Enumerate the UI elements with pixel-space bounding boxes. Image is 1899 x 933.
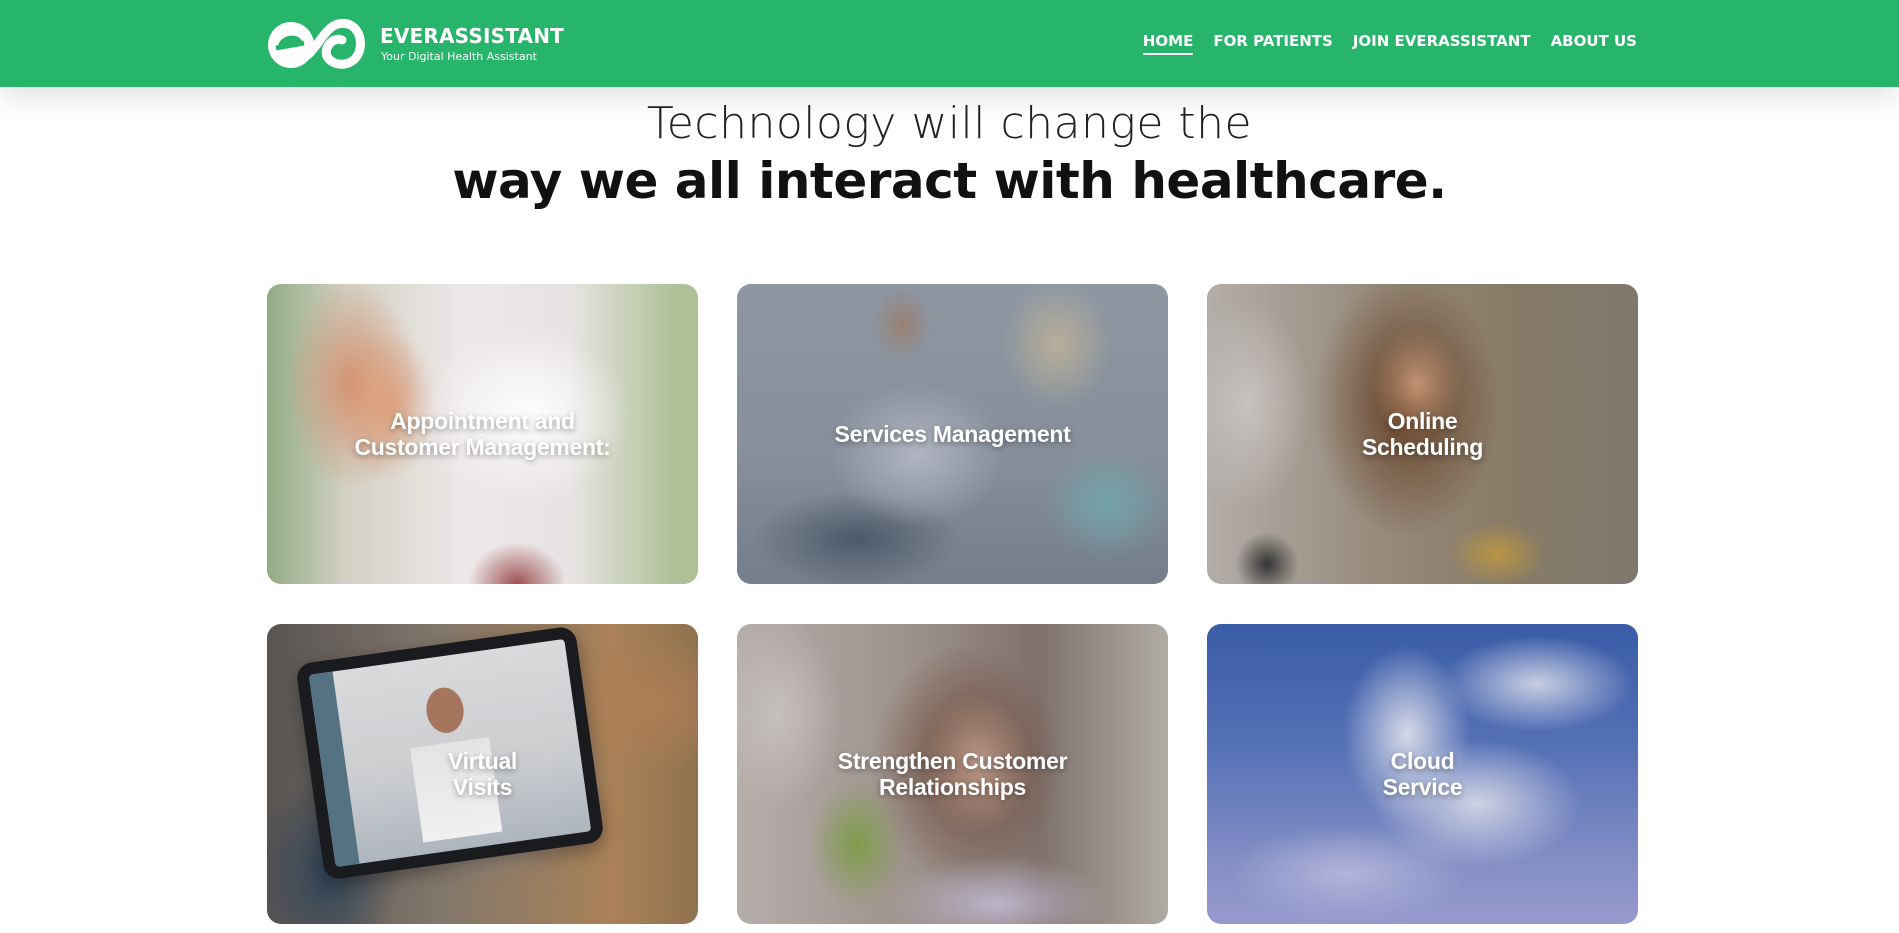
feature-card-customer-relationships[interactable]: Strengthen Customer Relationships xyxy=(737,624,1168,924)
feature-card-cloud-service[interactable]: Cloud Service xyxy=(1207,624,1638,924)
feature-card-virtual-visits[interactable]: Virtual Visits xyxy=(267,624,698,924)
feature-card-scheduling[interactable]: Online Scheduling xyxy=(1207,284,1638,584)
feature-card-services[interactable]: Services Management xyxy=(737,284,1168,584)
card-title: Services Management xyxy=(834,421,1071,447)
nav-item-home[interactable]: HOME xyxy=(1142,32,1194,55)
brand-tagline: Your Digital Health Assistant xyxy=(381,50,537,63)
nav-item-join-everassistant[interactable]: JOIN EVERASSISTANT xyxy=(1353,32,1531,53)
card-title: Online Scheduling xyxy=(1362,408,1483,460)
card-title: Appointment and Customer Management: xyxy=(354,408,611,460)
card-title: Virtual Visits xyxy=(447,748,518,800)
card-title: Strengthen Customer Relationships xyxy=(837,748,1068,800)
main-nav: HOME FOR PATIENTS JOIN EVERASSISTANT ABO… xyxy=(1142,32,1637,55)
nav-item-for-patients[interactable]: FOR PATIENTS xyxy=(1213,32,1332,53)
logo-icon[interactable] xyxy=(266,16,366,70)
feature-card-appointment[interactable]: Appointment and Customer Management: xyxy=(267,284,698,584)
brand-name[interactable]: EVERASSISTANT xyxy=(380,24,564,48)
hero-title: way we all interact with healthcare. xyxy=(452,152,1447,210)
nav-item-about-us[interactable]: ABOUT US xyxy=(1551,32,1637,53)
hero-subtitle: Technology will change the xyxy=(646,98,1253,149)
card-title: Cloud Service xyxy=(1382,748,1463,800)
site-header: EVERASSISTANT Your Digital Health Assist… xyxy=(0,0,1899,87)
